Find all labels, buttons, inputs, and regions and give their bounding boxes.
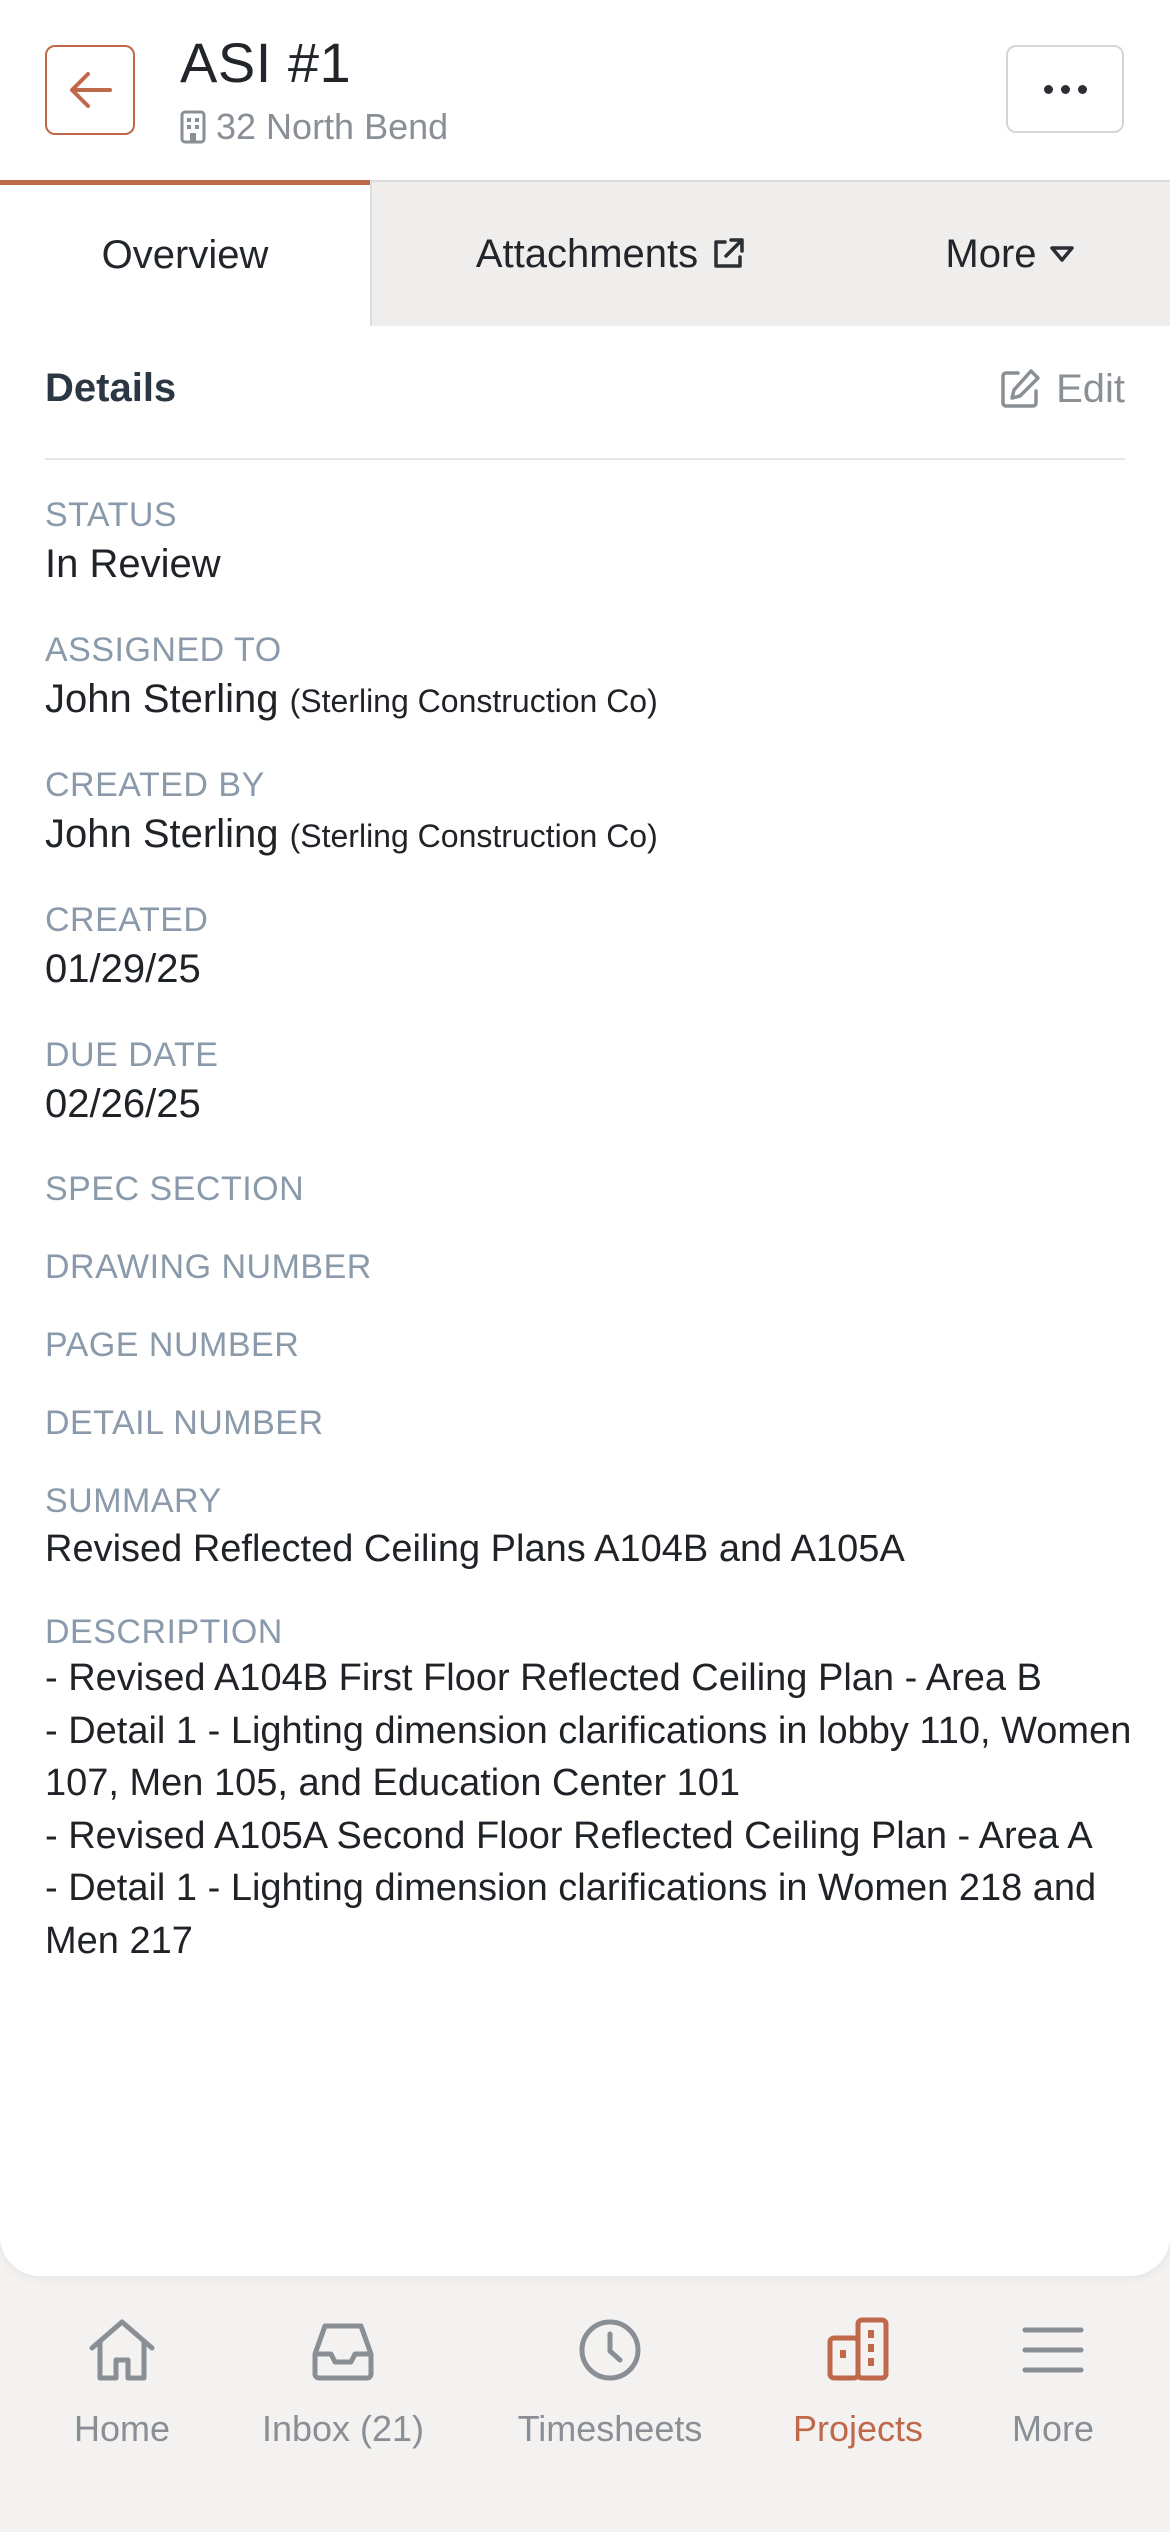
description-line: - Detail 1 - Lighting dimension clarific… [45,1709,1132,1805]
assigned-to-org: (Sterling Construction Co) [289,683,658,719]
created-label: CREATED [45,901,209,939]
tab-more-label: More [945,231,1037,276]
bottom-nav: Home Inbox (21) Timesheets Projects More [0,2276,1170,2532]
created-by-org: (Sterling Construction Co) [289,818,658,854]
inbox-icon [312,2323,374,2381]
nav-home[interactable]: Home [27,2310,217,2510]
created-value: 01/29/25 [45,947,201,991]
tab-overview[interactable]: Overview [0,180,370,326]
status-value: In Review [45,542,221,586]
created-by-name: John Sterling [45,812,279,856]
edit-icon [1001,369,1040,408]
more-options-button[interactable] [1006,45,1124,133]
hamburger-icon [1022,2327,1084,2373]
page-title: ASI #1 [180,31,352,94]
details-title: Details [45,366,177,410]
arrow-left-icon [70,72,112,108]
tab-attachments[interactable]: Attachments [370,182,850,326]
nav-projects-label: Projects [792,2408,924,2449]
nav-timesheets[interactable]: Timesheets [515,2310,705,2510]
back-button[interactable] [45,45,135,135]
due-date-label: DUE DATE [45,1036,219,1074]
description-line: - Revised A105A Second Floor Reflected C… [45,1814,1093,1857]
summary-value: Revised Reflected Ceiling Plans A104B an… [45,1528,905,1570]
content-sheet: ASI #1 32 North Bend Overview Attachment… [0,0,1170,2276]
assigned-to-name: John Sterling [45,677,279,721]
tab-attachments-label: Attachments [475,231,699,276]
status-label: STATUS [45,496,178,534]
building-icon [180,110,206,144]
nav-inbox[interactable]: Inbox (21) [248,2310,438,2510]
edit-label: Edit [1056,366,1125,411]
nav-more-label: More [1011,2408,1095,2449]
caret-down-icon [1049,246,1074,262]
created-by-label: CREATED BY [45,766,265,804]
header: ASI #1 32 North Bend [0,0,1170,180]
assigned-to-label: ASSIGNED TO [45,631,282,669]
nav-inbox-label: Inbox (21) [261,2408,425,2449]
project-subtitle: 32 North Bend [180,104,448,150]
tab-overview-label: Overview [101,233,269,277]
page-number-label: PAGE NUMBER [45,1326,300,1364]
drawing-number-label: DRAWING NUMBER [45,1248,372,1286]
project-name: 32 North Bend [216,106,449,147]
nav-timesheets-label: Timesheets [517,2408,703,2449]
nav-more[interactable]: More [958,2310,1148,2510]
created-by-value: John Sterling (Sterling Construction Co) [45,812,658,857]
spec-section-label: SPEC SECTION [45,1170,305,1208]
description-line: - Detail 1 - Lighting dimension clarific… [45,1867,1097,1962]
home-icon [89,2319,155,2381]
external-link-icon [714,238,744,268]
clock-icon [579,2319,641,2381]
tab-bar: Overview Attachments More [0,180,1170,326]
description-line: - Revised A104B First Floor Reflected Ce… [45,1657,1042,1699]
buildings-icon [827,2317,889,2381]
description-label: DESCRIPTION [45,1613,283,1651]
nav-projects[interactable]: Projects [763,2310,953,2510]
tab-more[interactable]: More [850,182,1170,326]
description-value: - Revised A104B First Floor Reflected Ce… [45,1652,1135,1967]
details-header: Details Edit [45,326,1125,460]
nav-home-label: Home [73,2408,171,2449]
assigned-to-value: John Sterling (Sterling Construction Co) [45,677,658,722]
edit-button[interactable]: Edit [998,364,1125,414]
due-date-value: 02/26/25 [45,1082,201,1126]
summary-label: SUMMARY [45,1482,222,1520]
detail-number-label: DETAIL NUMBER [45,1404,324,1442]
ellipsis-icon [1043,84,1087,94]
